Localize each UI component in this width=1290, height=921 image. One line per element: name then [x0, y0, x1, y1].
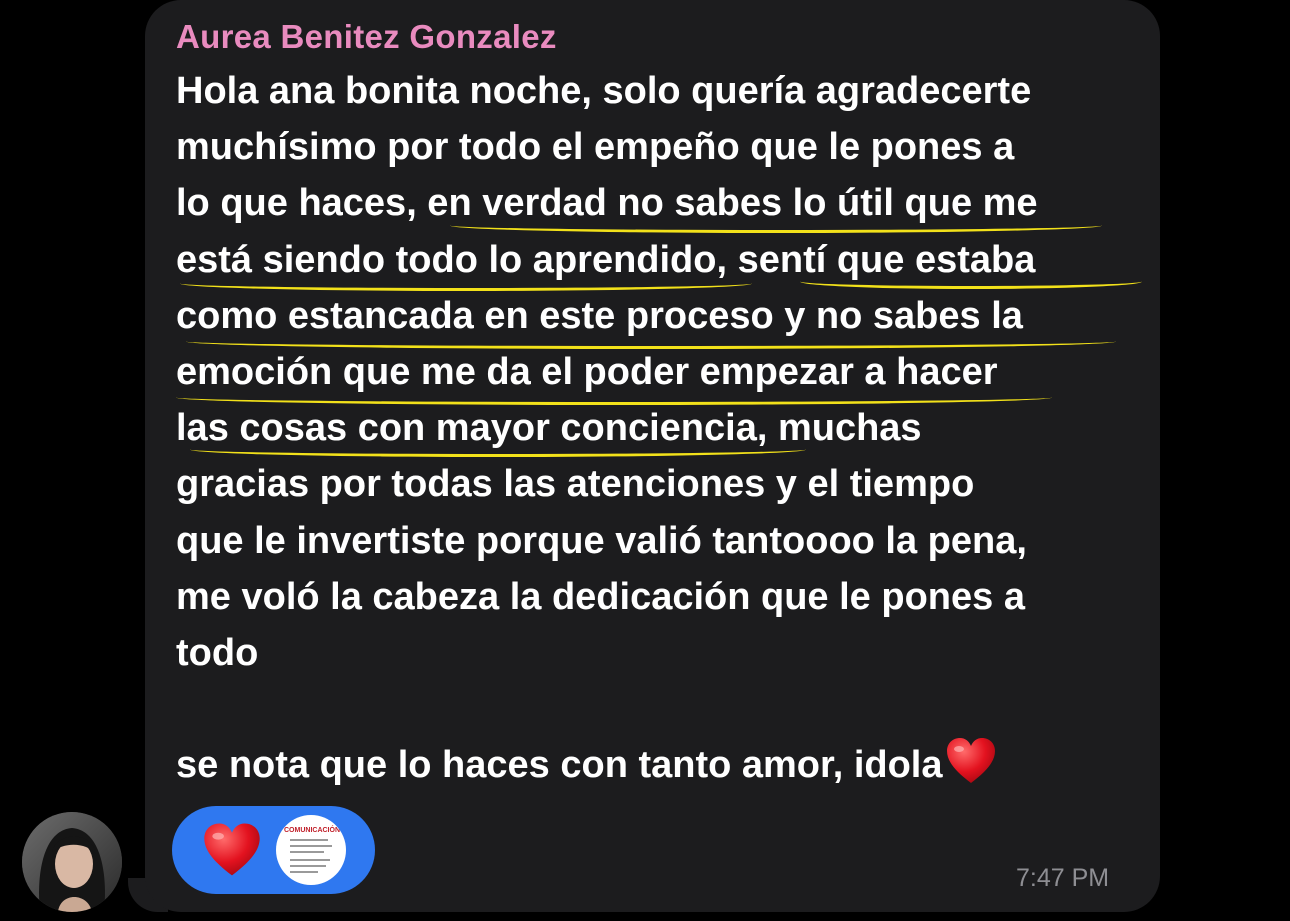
user-avatar[interactable] [22, 812, 122, 912]
thumbnail-text-line [290, 839, 328, 841]
message-line: que le invertiste porque valió tantoooo … [176, 519, 1027, 562]
thumbnail-text-line [290, 845, 332, 847]
message-line: emoción que me da el poder empezar a hac… [176, 350, 998, 393]
thumbnail-text-line [290, 871, 318, 873]
chat-screen: Aurea Benitez Gonzalez Hola ana bonita n… [0, 0, 1290, 921]
message-line: me voló la cabeza la dedicación que le p… [176, 575, 1025, 618]
message-line: Hola ana bonita noche, solo quería agrad… [176, 70, 1032, 112]
sender-name: Aurea Benitez Gonzalez [176, 18, 557, 55]
message-line: se nota que lo haces con tanto amor, ido… [176, 744, 943, 787]
thumbnail-text-line [290, 859, 330, 861]
reactions-pill[interactable]: COMUNICACIÓN [172, 806, 375, 894]
message-line: gracias por todas las atenciones y el ti… [176, 463, 975, 506]
message-text[interactable]: Hola ana bonita noche, solo quería agrad… [176, 63, 1146, 793]
thumbnail-text-line [290, 865, 326, 867]
message-line: como estancada en este proceso y no sabe… [176, 294, 1023, 337]
heart-reaction-icon[interactable] [202, 822, 262, 878]
thumbnail-text-line [290, 851, 324, 853]
message-line: todo [176, 631, 259, 674]
message-line: lo que haces, en verdad no sabes lo útil… [176, 182, 1038, 225]
message-line: las cosas con mayor conciencia, muchas [176, 407, 922, 450]
message-last-line: se nota que lo haces con tanto amor, ido… [176, 737, 1146, 793]
message-timestamp: 7:47 PM [1016, 864, 1110, 892]
red-heart-icon [945, 737, 997, 785]
sticker-thumbnail[interactable]: COMUNICACIÓN [276, 815, 346, 885]
thumbnail-title: COMUNICACIÓN [284, 827, 340, 834]
message-line: muchísimo por todo el empeño que le pone… [176, 126, 1015, 169]
message-line: está siendo todo lo aprendido, sentí que… [176, 238, 1036, 281]
